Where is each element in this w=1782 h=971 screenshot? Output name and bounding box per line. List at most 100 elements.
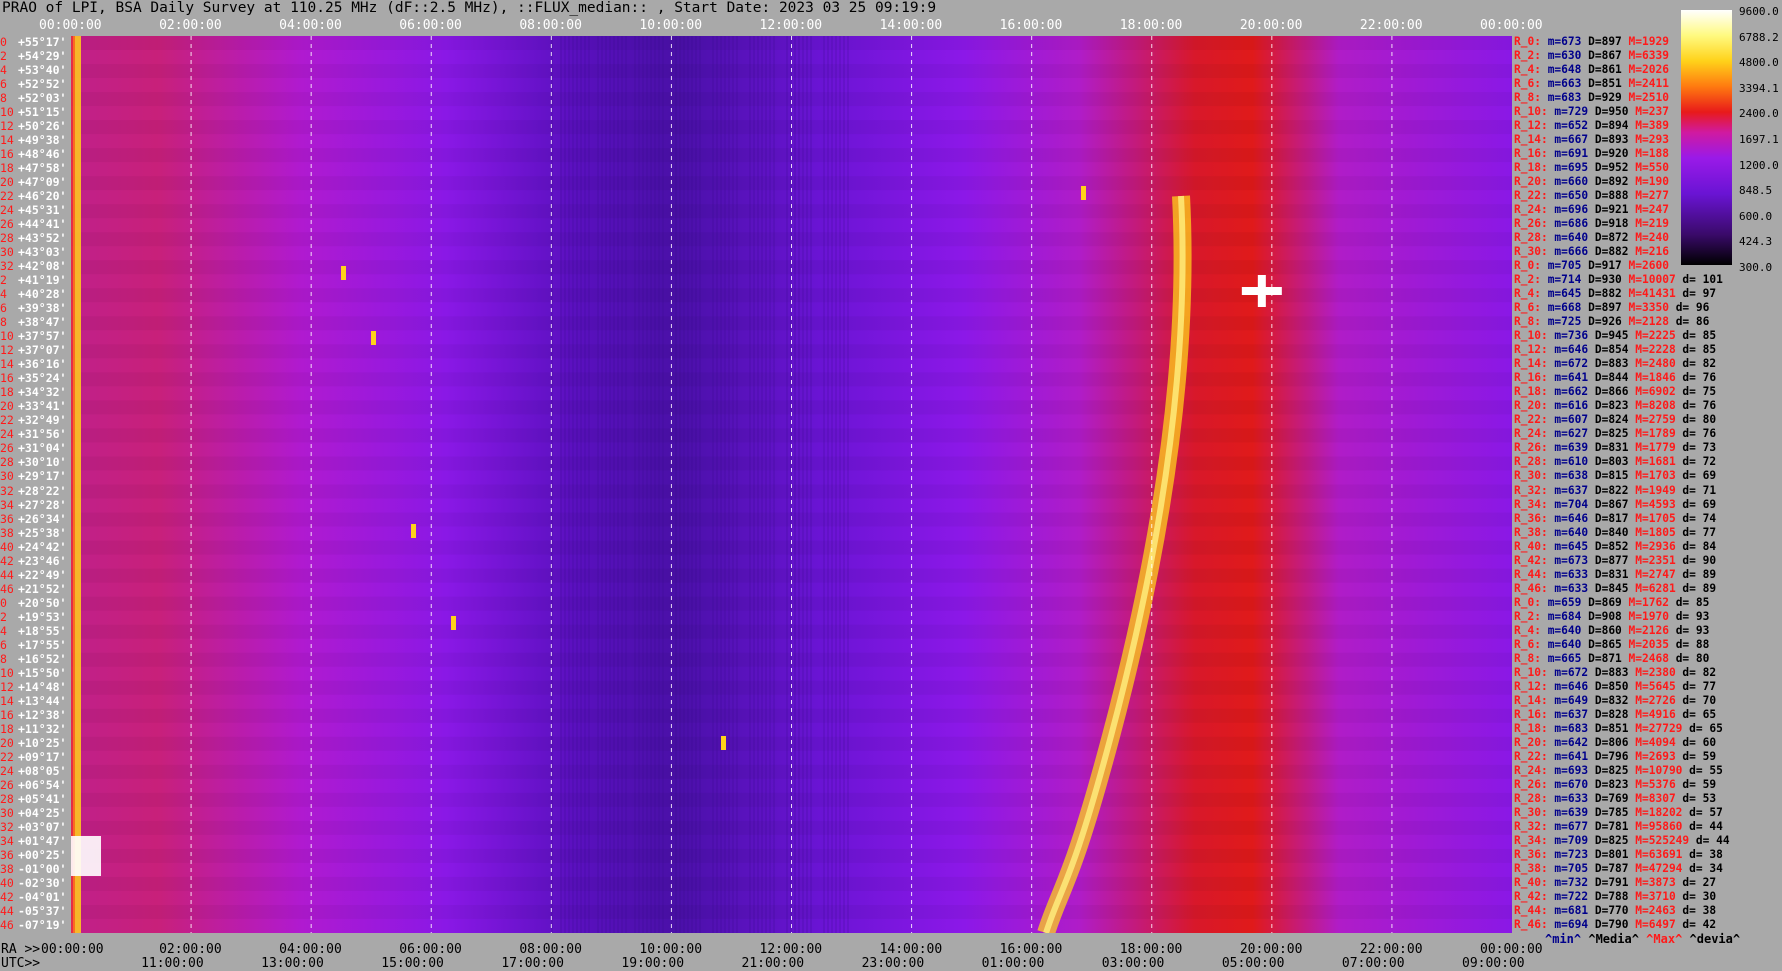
stat-min: m=648: [1547, 63, 1589, 77]
stat-min: m=646: [1554, 679, 1595, 693]
stat-median: D=892: [1594, 175, 1636, 189]
stat-row: R_38: m=640 D=840 M=1805 d= 77: [1514, 525, 1723, 539]
scan-streak: [802, 36, 804, 933]
beam-row-number: 28: [0, 455, 14, 470]
declination-value: +55°17': [18, 35, 67, 49]
stat-min: m=704: [1554, 497, 1595, 511]
stat-row-label: R_10:: [1514, 329, 1555, 343]
stat-max: M=2351: [1635, 553, 1683, 567]
stat-row: R_2: m=714 D=930 M=10007 d= 101: [1514, 274, 1730, 286]
stat-row-label: R_26:: [1514, 441, 1555, 455]
stat-median: D=803: [1594, 455, 1636, 469]
beam-row-number: 18: [0, 721, 14, 736]
declination-label: 36 +26°34': [0, 513, 70, 525]
scan-streak: [847, 36, 849, 933]
beam-row-number: 38: [0, 525, 14, 540]
top-tick-label: 12:00:00: [759, 18, 823, 33]
stat-row-label: R_28:: [1514, 455, 1555, 469]
utc-tick-label: 17:00:00: [501, 956, 564, 971]
beam-row-number: 40: [0, 539, 14, 554]
stat-row: R_0: m=673 D=897 M=1929: [1514, 36, 1676, 48]
stat-row: R_12: m=646 D=854 M=2228 d= 85: [1514, 344, 1723, 356]
declination-label: 44 -05°37': [0, 905, 70, 917]
scan-streak: [728, 36, 730, 933]
stat-row-label: R_34:: [1514, 497, 1555, 511]
stat-row-label: R_24:: [1514, 203, 1555, 217]
declination-label: 44 +22°49': [0, 569, 70, 581]
stat-max: M=2126: [1628, 623, 1676, 637]
declination-value: +37°07': [18, 343, 67, 358]
stat-deviation: d= 65: [1682, 707, 1723, 721]
beam-row-number: 18: [0, 161, 14, 176]
stat-row-label: R_18:: [1514, 385, 1555, 399]
declination-value: +29°17': [18, 469, 67, 484]
stat-min: m=691: [1554, 147, 1595, 161]
stat-row: R_44: m=681 D=770 M=2463 d= 38: [1514, 904, 1723, 917]
heatmap-overlay: [71, 36, 1512, 933]
stat-deviation: d= 77: [1682, 679, 1723, 693]
stat-max: M=1929: [1628, 35, 1676, 48]
declination-value: +31°56': [18, 427, 67, 442]
declination-label: 26 +31°04': [0, 442, 70, 454]
stat-max: M=5645: [1635, 679, 1683, 693]
utc-tick-label: 11:00:00: [141, 956, 204, 971]
beam-row-number: 36: [0, 511, 14, 526]
stat-deviation: d= 86: [1675, 315, 1717, 329]
stat-min: m=705: [1547, 259, 1589, 273]
stat-row: R_40: m=732 D=791 M=3873 d= 27: [1514, 876, 1723, 889]
stat-deviation: d= 34: [1689, 861, 1730, 875]
declination-label: 12 +50°26': [0, 120, 70, 132]
declination-label: 2 +41°19': [0, 274, 70, 286]
declination-value: +32°49': [18, 413, 67, 428]
legend-max: ^Max^: [1646, 932, 1683, 946]
stat-median: D=850: [1594, 679, 1636, 693]
stat-min: m=686: [1554, 217, 1595, 231]
declination-label: 6 +39°38': [0, 302, 70, 314]
colorbar-tick-label: 1697.1: [1739, 133, 1779, 146]
stat-row-label: R_24:: [1514, 763, 1555, 777]
beam-row-number: 20: [0, 175, 14, 190]
stat-min: m=627: [1554, 427, 1595, 441]
scan-streak: [699, 36, 701, 933]
stat-median: D=860: [1588, 623, 1629, 637]
legend-median: ^Media^: [1588, 932, 1639, 946]
beam-row-number: 24: [0, 427, 14, 442]
stat-deviation: d= 85: [1682, 329, 1723, 343]
stat-row: R_22: m=650 D=888 M=277: [1514, 190, 1676, 202]
stat-row: R_26: m=686 D=918 M=219: [1514, 218, 1676, 230]
scan-streak: [564, 36, 566, 933]
stat-deviation: d= 88: [1675, 637, 1717, 651]
stat-deviation: d= 101: [1682, 273, 1730, 287]
scan-streak: [765, 36, 767, 933]
ra-tick-label: 04:00:00: [279, 942, 342, 957]
declination-value: +48°46': [18, 147, 67, 162]
stat-row: R_40: m=645 D=852 M=2936 d= 84: [1514, 540, 1723, 553]
stat-min: m=672: [1554, 357, 1595, 371]
stat-max: M=18202: [1635, 805, 1690, 819]
beam-row-number: 8: [0, 91, 7, 106]
colorbar-tick-label: 9600.0: [1739, 5, 1779, 18]
stat-median: D=883: [1594, 665, 1636, 679]
declination-label: 20 +47°09': [0, 176, 70, 188]
beam-row-number: 4: [0, 63, 7, 78]
stat-deviation: d= 42: [1682, 917, 1723, 931]
scan-streak: [687, 36, 689, 933]
declination-value: +20°50': [18, 595, 67, 610]
stat-row: R_6: m=640 D=865 M=2035 d= 88: [1514, 637, 1717, 651]
stat-median: D=781: [1594, 819, 1636, 833]
beam-row-number: 10: [0, 329, 14, 344]
stat-median: D=823: [1594, 777, 1636, 791]
scan-streak: [634, 36, 636, 933]
stat-row: R_32: m=677 D=781 M=95860 d= 44: [1514, 819, 1730, 833]
stat-max: M=8208: [1635, 399, 1683, 413]
stat-max: M=6902: [1635, 385, 1683, 399]
stat-min: m=677: [1554, 819, 1595, 833]
ra-tick-label: 00:00:00: [41, 942, 104, 957]
scan-streak: [654, 36, 656, 933]
stat-row-label: R_38:: [1514, 525, 1555, 539]
top-tick-label: 22:00:00: [1359, 18, 1423, 33]
scan-streak: [572, 36, 574, 933]
stat-deviation: d= 74: [1682, 511, 1723, 525]
top-tick-label: 20:00:00: [1239, 18, 1303, 33]
stat-row-label: R_14:: [1514, 133, 1555, 147]
